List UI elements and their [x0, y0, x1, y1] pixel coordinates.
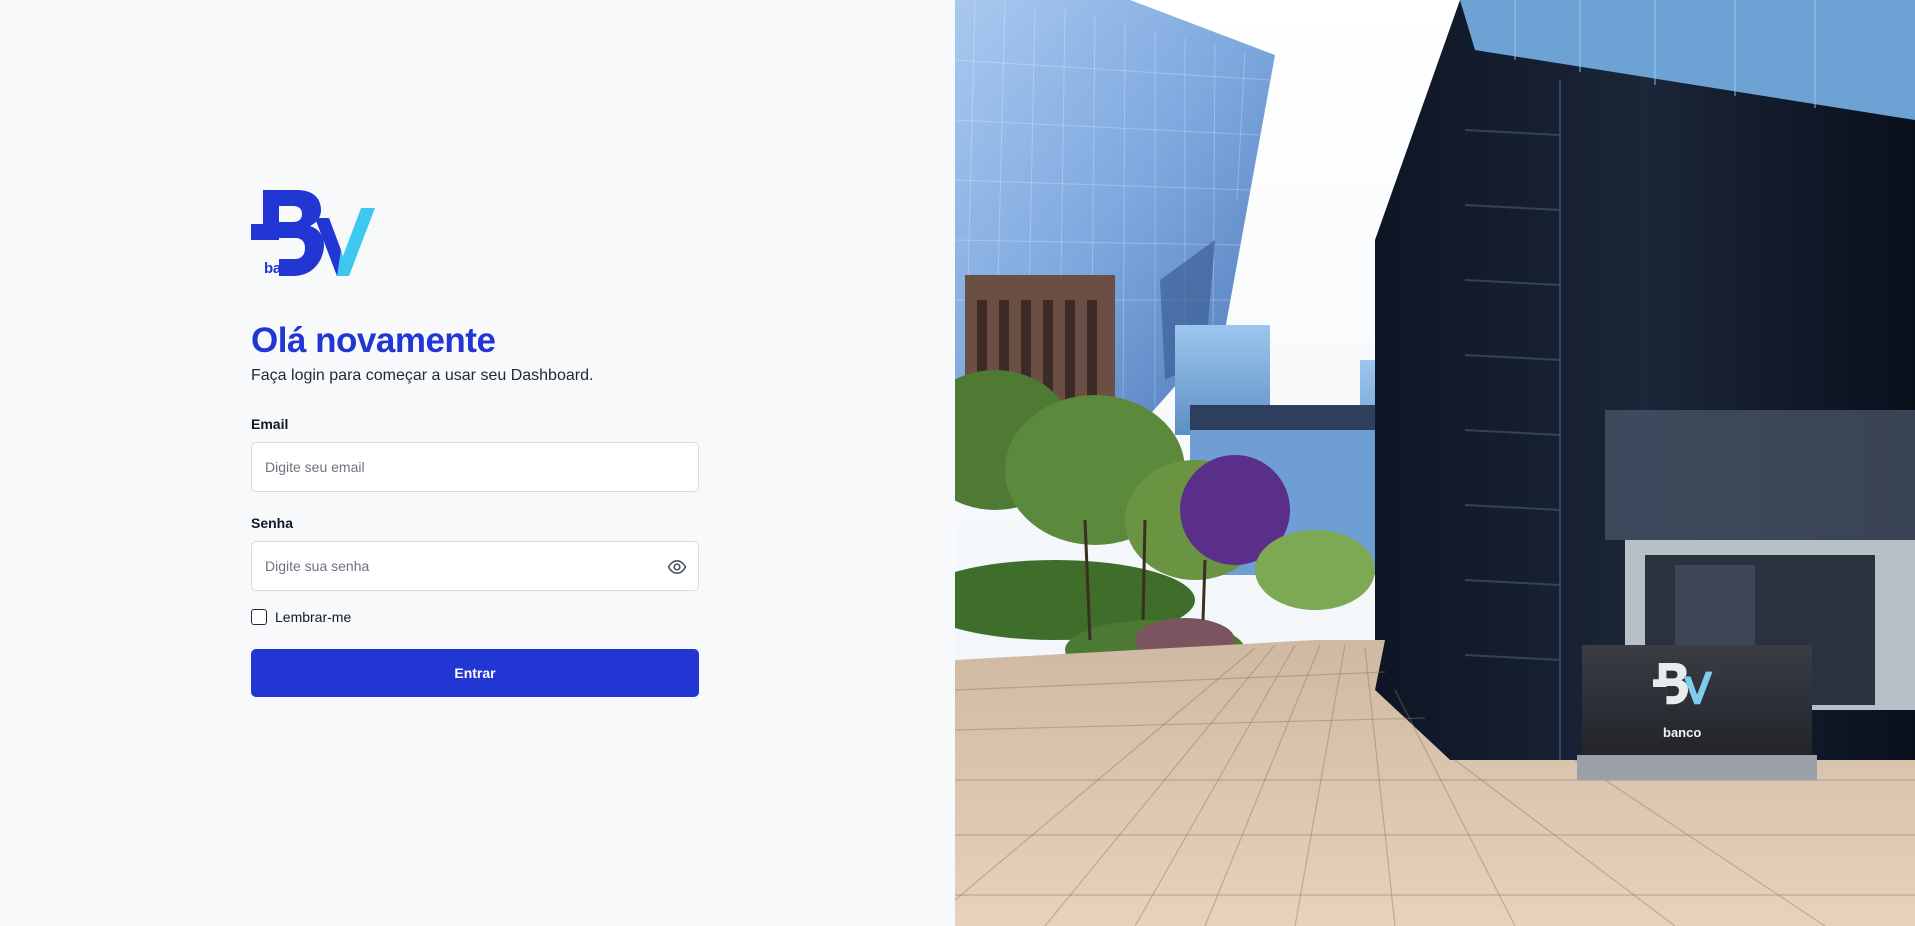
- login-panel: banco Olá novamente Faça login para come…: [0, 0, 955, 926]
- bv-banco-logo: banco: [251, 188, 375, 284]
- login-subtitle: Faça login para começar a usar seu Dashb…: [251, 366, 594, 384]
- email-input[interactable]: [252, 442, 698, 491]
- login-form: banco Olá novamente Faça login para come…: [251, 188, 699, 697]
- eye-icon[interactable]: [667, 557, 687, 577]
- remember-me-checkbox[interactable]: [251, 608, 267, 625]
- password-field-wrapper: [251, 540, 699, 591]
- email-field-wrapper: [251, 441, 699, 492]
- password-label: Senha: [251, 514, 294, 531]
- sign-wordmark: banco: [1663, 725, 1701, 740]
- password-input[interactable]: [252, 541, 698, 590]
- login-submit-button[interactable]: Entrar: [251, 648, 699, 697]
- email-label: Email: [251, 415, 289, 432]
- building-photo: banco: [955, 0, 1915, 926]
- remember-me-label[interactable]: Lembrar-me: [275, 609, 351, 625]
- logo-wordmark: banco: [264, 260, 307, 277]
- remember-me-row: Lembrar-me: [251, 608, 699, 625]
- greeting-heading: Olá novamente: [251, 321, 496, 360]
